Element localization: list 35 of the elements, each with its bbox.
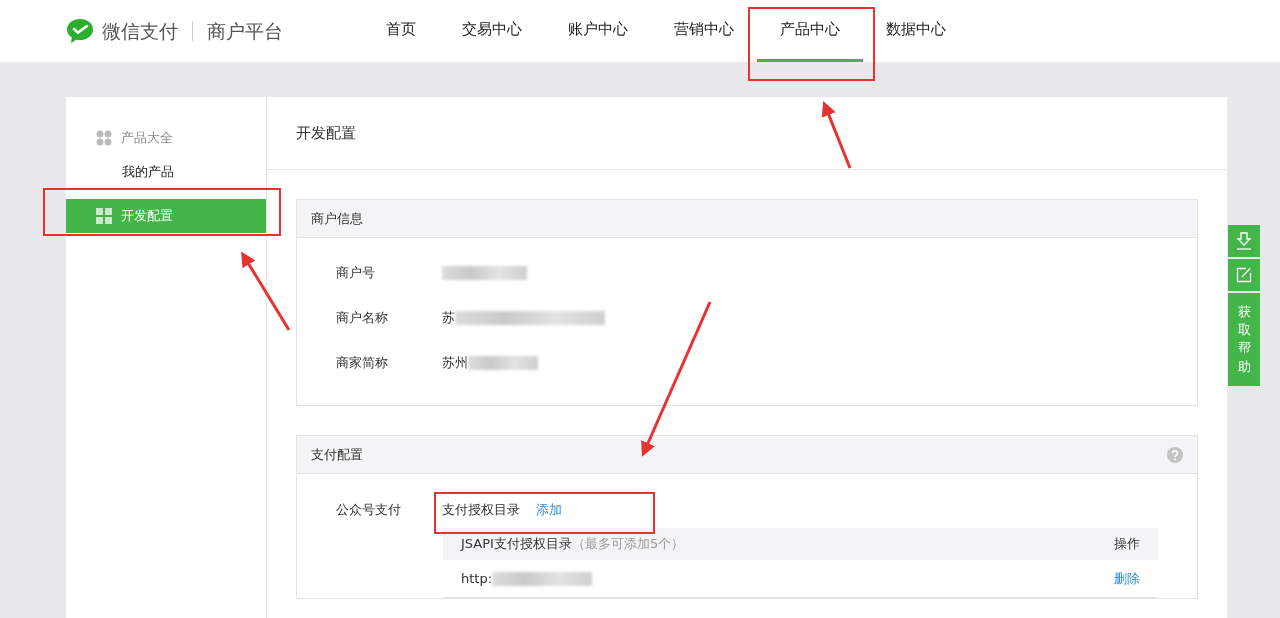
sidebar-label: 开发配置 — [121, 207, 173, 226]
field-label: 商户号 — [336, 263, 376, 282]
delete-link[interactable]: 删除 — [1114, 568, 1140, 589]
panel-title: 商户信息 — [311, 209, 363, 228]
brand-name: 微信支付 — [102, 18, 178, 44]
column-header: 操作 — [1114, 535, 1140, 554]
help-icon[interactable] — [1167, 446, 1183, 463]
sidebar-item[interactable]: 我的产品 — [66, 155, 266, 189]
field-label: 公众号支付 — [336, 501, 402, 520]
field-label: 商户名称 — [336, 308, 389, 327]
nav-tab[interactable]: 营销中心 — [651, 0, 757, 62]
field-label: 商家简称 — [336, 353, 389, 372]
field-value: 苏州 — [442, 353, 468, 372]
page-title: 开发配置 — [296, 122, 356, 144]
field-label: 支付授权目录 — [442, 501, 520, 520]
grid-icon — [96, 208, 112, 224]
table-cell-text: http: — [461, 569, 493, 588]
add-link[interactable]: 添加 — [536, 500, 562, 520]
chat-bubble-check-icon — [66, 18, 94, 44]
column-header: JSAPI支付授权目录（最多可添加5个） — [461, 535, 685, 554]
edit-icon[interactable] — [1228, 259, 1260, 291]
panel-title: 支付配置 — [311, 445, 363, 464]
download-icon[interactable] — [1228, 225, 1260, 257]
nav-tab[interactable]: 账户中心 — [545, 0, 651, 62]
dots-grid-icon — [96, 130, 112, 146]
blurred-value — [468, 355, 538, 370]
platform-name: 商户平台 — [192, 21, 283, 41]
annotation-arrow — [821, 101, 852, 169]
nav-tab[interactable]: 首页 — [363, 0, 439, 62]
sidebar-item[interactable]: 产品大全 — [66, 121, 266, 155]
nav-tab[interactable]: 产品中心 — [757, 0, 863, 62]
sidebar-label: 产品大全 — [121, 129, 173, 148]
field-value: 苏 — [442, 308, 455, 327]
nav-tab[interactable]: 交易中心 — [439, 0, 545, 62]
nav-tab[interactable]: 数据中心 — [863, 0, 969, 62]
